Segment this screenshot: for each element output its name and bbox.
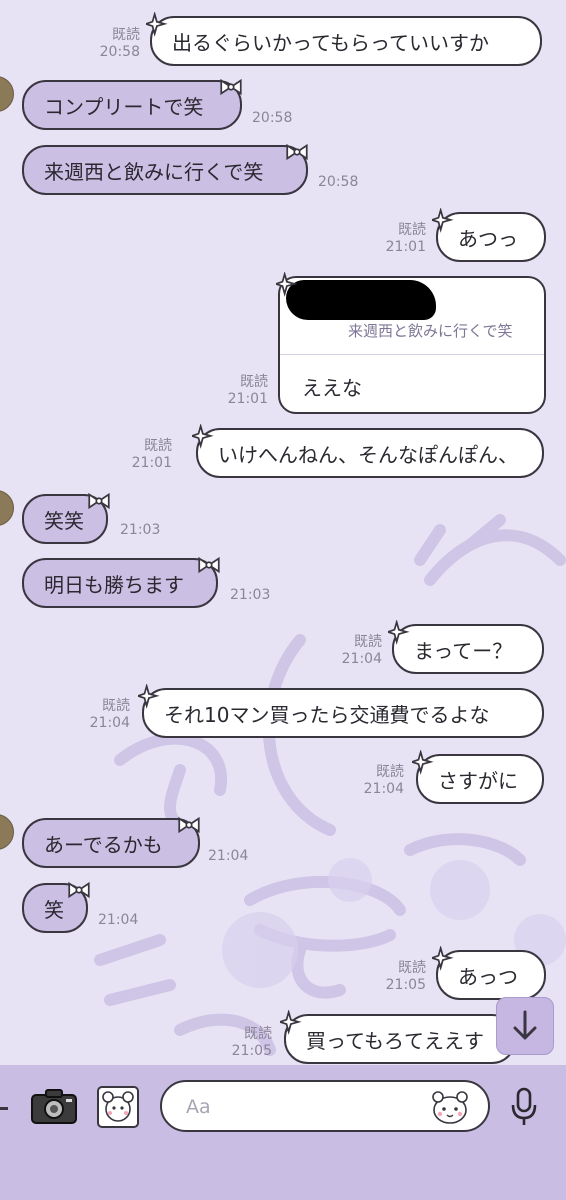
- scroll-to-bottom-button[interactable]: [496, 997, 554, 1055]
- bow-decoration-icon: [198, 556, 220, 574]
- microphone-icon[interactable]: [510, 1087, 538, 1127]
- message-text: 買ってもろてええす: [306, 1028, 484, 1053]
- message-time: 21:03: [120, 522, 161, 538]
- read-receipt: 既読 21:01: [131, 438, 172, 471]
- message-text: 来週西と飲みに行くで笑: [44, 159, 264, 184]
- message-time: 20:58: [318, 174, 359, 190]
- message-bubble-incoming[interactable]: コンプリートで笑: [22, 80, 242, 130]
- chat-area[interactable]: 既読 20:58 出るぐらいかってもらっていいすか コンプリートで笑 20:58 …: [0, 0, 566, 1065]
- message-bubble-outgoing[interactable]: 出るぐらいかってもらっていいすか: [150, 16, 542, 66]
- read-receipt: 既読 21:04: [89, 698, 130, 731]
- composer-bar: Aa: [0, 1065, 566, 1200]
- message-time: 21:04: [98, 912, 139, 928]
- read-receipt: 既読 21:01: [227, 374, 268, 407]
- bow-decoration-icon: [178, 816, 200, 834]
- sparkle-decoration-icon: [412, 750, 434, 775]
- sparkle-decoration-icon: [388, 620, 410, 645]
- sticker-icon[interactable]: [96, 1085, 140, 1129]
- read-receipt: 既読 21:01: [385, 222, 426, 255]
- message-text: 笑笑: [44, 508, 84, 533]
- message-bubble-incoming[interactable]: 明日も勝ちます: [22, 558, 218, 608]
- message-time: 21:03: [230, 587, 271, 603]
- quoted-message[interactable]: 来週西と飲みに行くで笑: [280, 278, 544, 355]
- message-bubble-outgoing[interactable]: まってー？: [392, 624, 544, 674]
- more-icon[interactable]: [0, 1107, 8, 1111]
- camera-icon[interactable]: [30, 1087, 78, 1125]
- scroll-down-icon: [513, 1010, 537, 1040]
- sparkle-decoration-icon: [192, 424, 214, 449]
- read-receipt: 既読 21:04: [363, 764, 404, 797]
- message-text: コンプリートで笑: [44, 94, 204, 119]
- message-bubble-incoming[interactable]: 来週西と飲みに行くで笑: [22, 145, 308, 195]
- message-text: あっつ: [458, 964, 518, 989]
- message-text: ええな: [302, 376, 362, 400]
- message-text: 明日も勝ちます: [44, 572, 184, 597]
- message-text: 出るぐらいかってもらっていいすか: [172, 30, 489, 55]
- sparkle-decoration-icon: [432, 208, 454, 233]
- message-input-placeholder: Aa: [186, 1096, 211, 1118]
- message-text: あーでるかも: [44, 832, 163, 857]
- bow-decoration-icon: [88, 492, 110, 510]
- read-receipt: 既読 21:05: [385, 960, 426, 993]
- read-receipt: 既読 20:58: [99, 27, 140, 60]
- message-text: いけへんねん、そんなぽんぽん、: [218, 442, 518, 467]
- message-text: それ10マン買ったら交通費でるよな: [164, 702, 490, 727]
- sparkle-decoration-icon: [138, 684, 160, 709]
- message-text: まってー？: [414, 638, 513, 663]
- bow-decoration-icon: [68, 881, 90, 899]
- bow-decoration-icon: [220, 78, 242, 96]
- message-time: 21:04: [208, 848, 249, 864]
- emoji-icon[interactable]: [430, 1088, 470, 1126]
- redacted-area: [286, 280, 436, 320]
- sparkle-decoration-icon: [146, 12, 168, 37]
- message-bubble-outgoing[interactable]: それ10マン買ったら交通費でるよな: [142, 688, 544, 738]
- message-text: さすがに: [438, 768, 518, 793]
- read-receipt: 既読 21:05: [231, 1026, 272, 1059]
- message-text: あつっ: [458, 226, 518, 251]
- read-receipt: 既読 21:04: [341, 634, 382, 667]
- reply-message-bubble[interactable]: 来週西と飲みに行くで笑 ええな: [278, 276, 546, 414]
- sparkle-decoration-icon: [280, 1010, 302, 1035]
- message-text: 笑: [44, 897, 64, 922]
- message-bubble-incoming[interactable]: あーでるかも: [22, 818, 200, 868]
- message-bubble-outgoing[interactable]: 買ってもろてええす: [284, 1014, 516, 1064]
- message-input[interactable]: Aa: [160, 1080, 490, 1132]
- message-bubble-outgoing[interactable]: いけへんねん、そんなぽんぽん、: [196, 428, 544, 478]
- sparkle-decoration-icon: [276, 272, 298, 297]
- bow-decoration-icon: [286, 143, 308, 161]
- sparkle-decoration-icon: [432, 946, 454, 971]
- message-time: 20:58: [252, 110, 293, 126]
- quoted-text: 来週西と飲みに行くで笑: [348, 322, 513, 340]
